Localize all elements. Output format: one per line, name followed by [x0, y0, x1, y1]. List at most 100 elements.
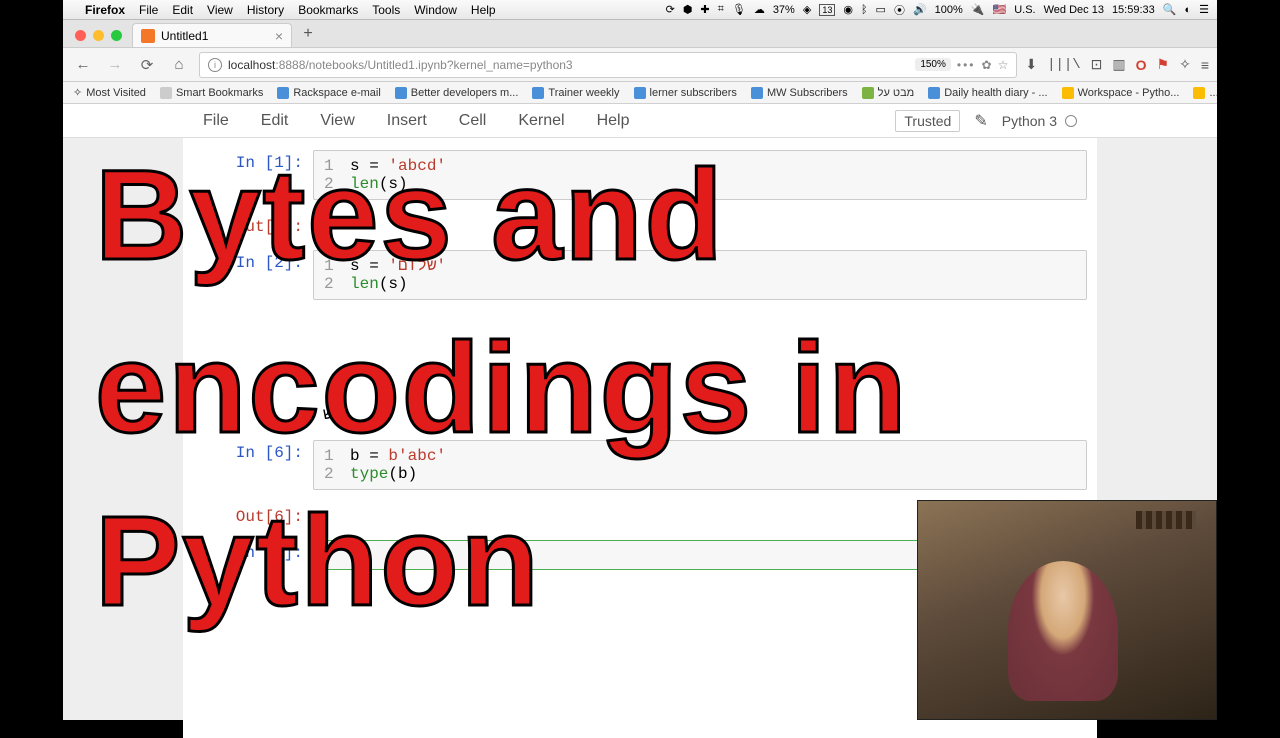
- time[interactable]: 15:59:33: [1112, 4, 1155, 16]
- notifications-icon[interactable]: ☰: [1199, 3, 1209, 16]
- maximize-window-button[interactable]: [111, 30, 122, 41]
- shield-icon[interactable]: ◈: [803, 3, 811, 16]
- siri-icon[interactable]: ◐: [1184, 4, 1191, 16]
- home-button[interactable]: ⌂: [167, 53, 191, 77]
- drop-icon: [395, 87, 407, 99]
- downloads-icon[interactable]: ⬇: [1025, 56, 1037, 73]
- bookmark-hebrew[interactable]: ... - נבואות תשע"ח רשי: [1193, 87, 1217, 99]
- edit-icon[interactable]: ✎: [974, 111, 987, 131]
- library-icon[interactable]: |||\: [1047, 57, 1081, 73]
- code-input[interactable]: 1b = b'abc' 2type(b): [313, 440, 1087, 490]
- out-prompt: Out[1]:: [193, 214, 313, 236]
- code-input[interactable]: 1s = 'שלום' 2len(s): [313, 250, 1087, 300]
- drop-icon: [751, 87, 763, 99]
- clip-icon[interactable]: ✧: [1179, 56, 1191, 73]
- drop-icon: [928, 87, 940, 99]
- bookmark-smart[interactable]: Smart Bookmarks: [160, 87, 263, 99]
- bluetooth-icon[interactable]: ᛒ: [861, 4, 868, 16]
- volume-icon[interactable]: 🔊: [913, 3, 927, 16]
- calendar-icon[interactable]: 13: [819, 4, 835, 16]
- cell-prompt: In [2]:: [193, 250, 313, 300]
- reload-button[interactable]: ⟳: [135, 53, 159, 77]
- page-actions-icon[interactable]: •••: [957, 58, 976, 72]
- menubar-right: ⟳ ⬢ ✚ ⌗ 🎙 ☁ 37% ◈ 13 ◉ ᛒ ▭ ⦿ 🔊 100% 🔌 🇺🇸…: [666, 2, 1209, 18]
- trusted-badge[interactable]: Trusted: [895, 110, 960, 132]
- stamp-icon[interactable]: ⌗: [718, 3, 724, 16]
- jupyter-favicon-icon: [141, 29, 155, 43]
- bookmark-star-icon[interactable]: ☆: [998, 58, 1009, 72]
- code-cell-2[interactable]: In [2]: 1s = 'שלום' 2len(s): [193, 250, 1087, 300]
- close-window-button[interactable]: [75, 30, 86, 41]
- pocket-icon[interactable]: ⚑: [1157, 56, 1170, 73]
- bookmark-mw[interactable]: MW Subscribers: [751, 87, 848, 99]
- bookmark-rackspace[interactable]: Rackspace e-mail: [277, 87, 380, 99]
- back-button[interactable]: ←: [71, 53, 95, 77]
- opera-icon[interactable]: O: [1136, 57, 1147, 73]
- menu-history[interactable]: History: [247, 3, 284, 17]
- dropbox-icon[interactable]: ⬢: [683, 3, 693, 16]
- locale[interactable]: U.S.: [1014, 4, 1035, 16]
- site-info-icon[interactable]: i: [208, 58, 222, 72]
- button-icon[interactable]: ◉: [843, 3, 853, 16]
- output-partial: [193, 314, 1087, 374]
- nb-insert[interactable]: Insert: [387, 112, 427, 130]
- webcam-overlay: [917, 500, 1217, 720]
- nb-view[interactable]: View: [320, 112, 354, 130]
- minimize-window-button[interactable]: [93, 30, 104, 41]
- toolbar-right: ⬇ |||\ ⊡ ▥ O ⚑ ✧ ≡: [1025, 56, 1209, 73]
- nb-cell[interactable]: Cell: [459, 112, 487, 130]
- code-cell-6[interactable]: In [6]: 1b = b'abc' 2type(b): [193, 440, 1087, 490]
- menu-tools[interactable]: Tools: [372, 3, 400, 17]
- drive-icon: [1193, 87, 1205, 99]
- menu-help[interactable]: Help: [471, 3, 496, 17]
- forward-button[interactable]: →: [103, 53, 127, 77]
- kernel-indicator[interactable]: Python 3: [1002, 113, 1077, 129]
- menu-edit[interactable]: Edit: [172, 3, 193, 17]
- code-input[interactable]: 1s = 'abcd' 2len(s): [313, 150, 1087, 200]
- bookmark-better-dev[interactable]: Better developers m...: [395, 87, 519, 99]
- drop-icon: [277, 87, 289, 99]
- menu-file[interactable]: File: [139, 3, 158, 17]
- menu-bookmarks[interactable]: Bookmarks: [298, 3, 358, 17]
- nb-help[interactable]: Help: [597, 112, 630, 130]
- browser-tab[interactable]: Untitled1 ×: [132, 23, 292, 47]
- cloud-icon[interactable]: ☁: [754, 3, 765, 16]
- drive-icon: [1062, 87, 1074, 99]
- nb-edit[interactable]: Edit: [261, 112, 289, 130]
- spotlight-icon[interactable]: 🔍: [1163, 3, 1177, 16]
- out-value: [313, 314, 1087, 374]
- nb-file[interactable]: File: [203, 112, 229, 130]
- bookmark-workspace[interactable]: Workspace - Pytho...: [1062, 87, 1180, 99]
- url-bar[interactable]: i localhost:8888/notebooks/Untitled1.ipy…: [199, 52, 1017, 78]
- bookmark-health[interactable]: Daily health diary - ...: [928, 87, 1047, 99]
- bookmark-mabat[interactable]: מבט על: [862, 87, 915, 99]
- browser-toolbar: ← → ⟳ ⌂ i localhost:8888/notebooks/Untit…: [63, 48, 1217, 82]
- screenshot-icon[interactable]: ⊡: [1091, 56, 1103, 73]
- bookmark-lerner[interactable]: lerner subscribers: [634, 87, 737, 99]
- bookmark-most-visited[interactable]: ✧Most Visited: [73, 86, 146, 99]
- app-name[interactable]: Firefox: [85, 3, 125, 17]
- battery-ext[interactable]: 37%: [773, 4, 795, 16]
- flag-icon[interactable]: 🇺🇸: [993, 3, 1007, 16]
- menu-window[interactable]: Window: [414, 3, 457, 17]
- mac-menubar: Firefox File Edit View History Bookmarks…: [63, 0, 1217, 20]
- window-controls: [75, 30, 122, 41]
- menu-view[interactable]: View: [207, 3, 233, 17]
- nb-kernel[interactable]: Kernel: [518, 112, 564, 130]
- plus-icon[interactable]: ✚: [700, 3, 709, 16]
- battery-main[interactable]: 100%: [935, 4, 963, 16]
- sidebar-icon[interactable]: ▥: [1112, 56, 1125, 73]
- code-cell-1[interactable]: In [1]: 1s = 'abcd' 2len(s): [193, 150, 1087, 200]
- reader-icon[interactable]: ✿: [982, 58, 992, 72]
- overflow-menu-icon[interactable]: ≡: [1201, 57, 1209, 73]
- tab-close-icon[interactable]: ×: [275, 28, 283, 44]
- sync-icon[interactable]: ⟳: [666, 3, 675, 16]
- date[interactable]: Wed Dec 13: [1044, 4, 1104, 16]
- mic-icon[interactable]: 🎙: [732, 3, 746, 16]
- bookmark-trainer[interactable]: Trainer weekly: [532, 87, 619, 99]
- battery-icon[interactable]: 🔌: [971, 3, 985, 16]
- wifi-icon[interactable]: ⦿: [894, 2, 905, 18]
- display-icon[interactable]: ▭: [876, 3, 886, 16]
- new-tab-button[interactable]: +: [296, 24, 320, 44]
- zoom-badge[interactable]: 150%: [915, 58, 951, 71]
